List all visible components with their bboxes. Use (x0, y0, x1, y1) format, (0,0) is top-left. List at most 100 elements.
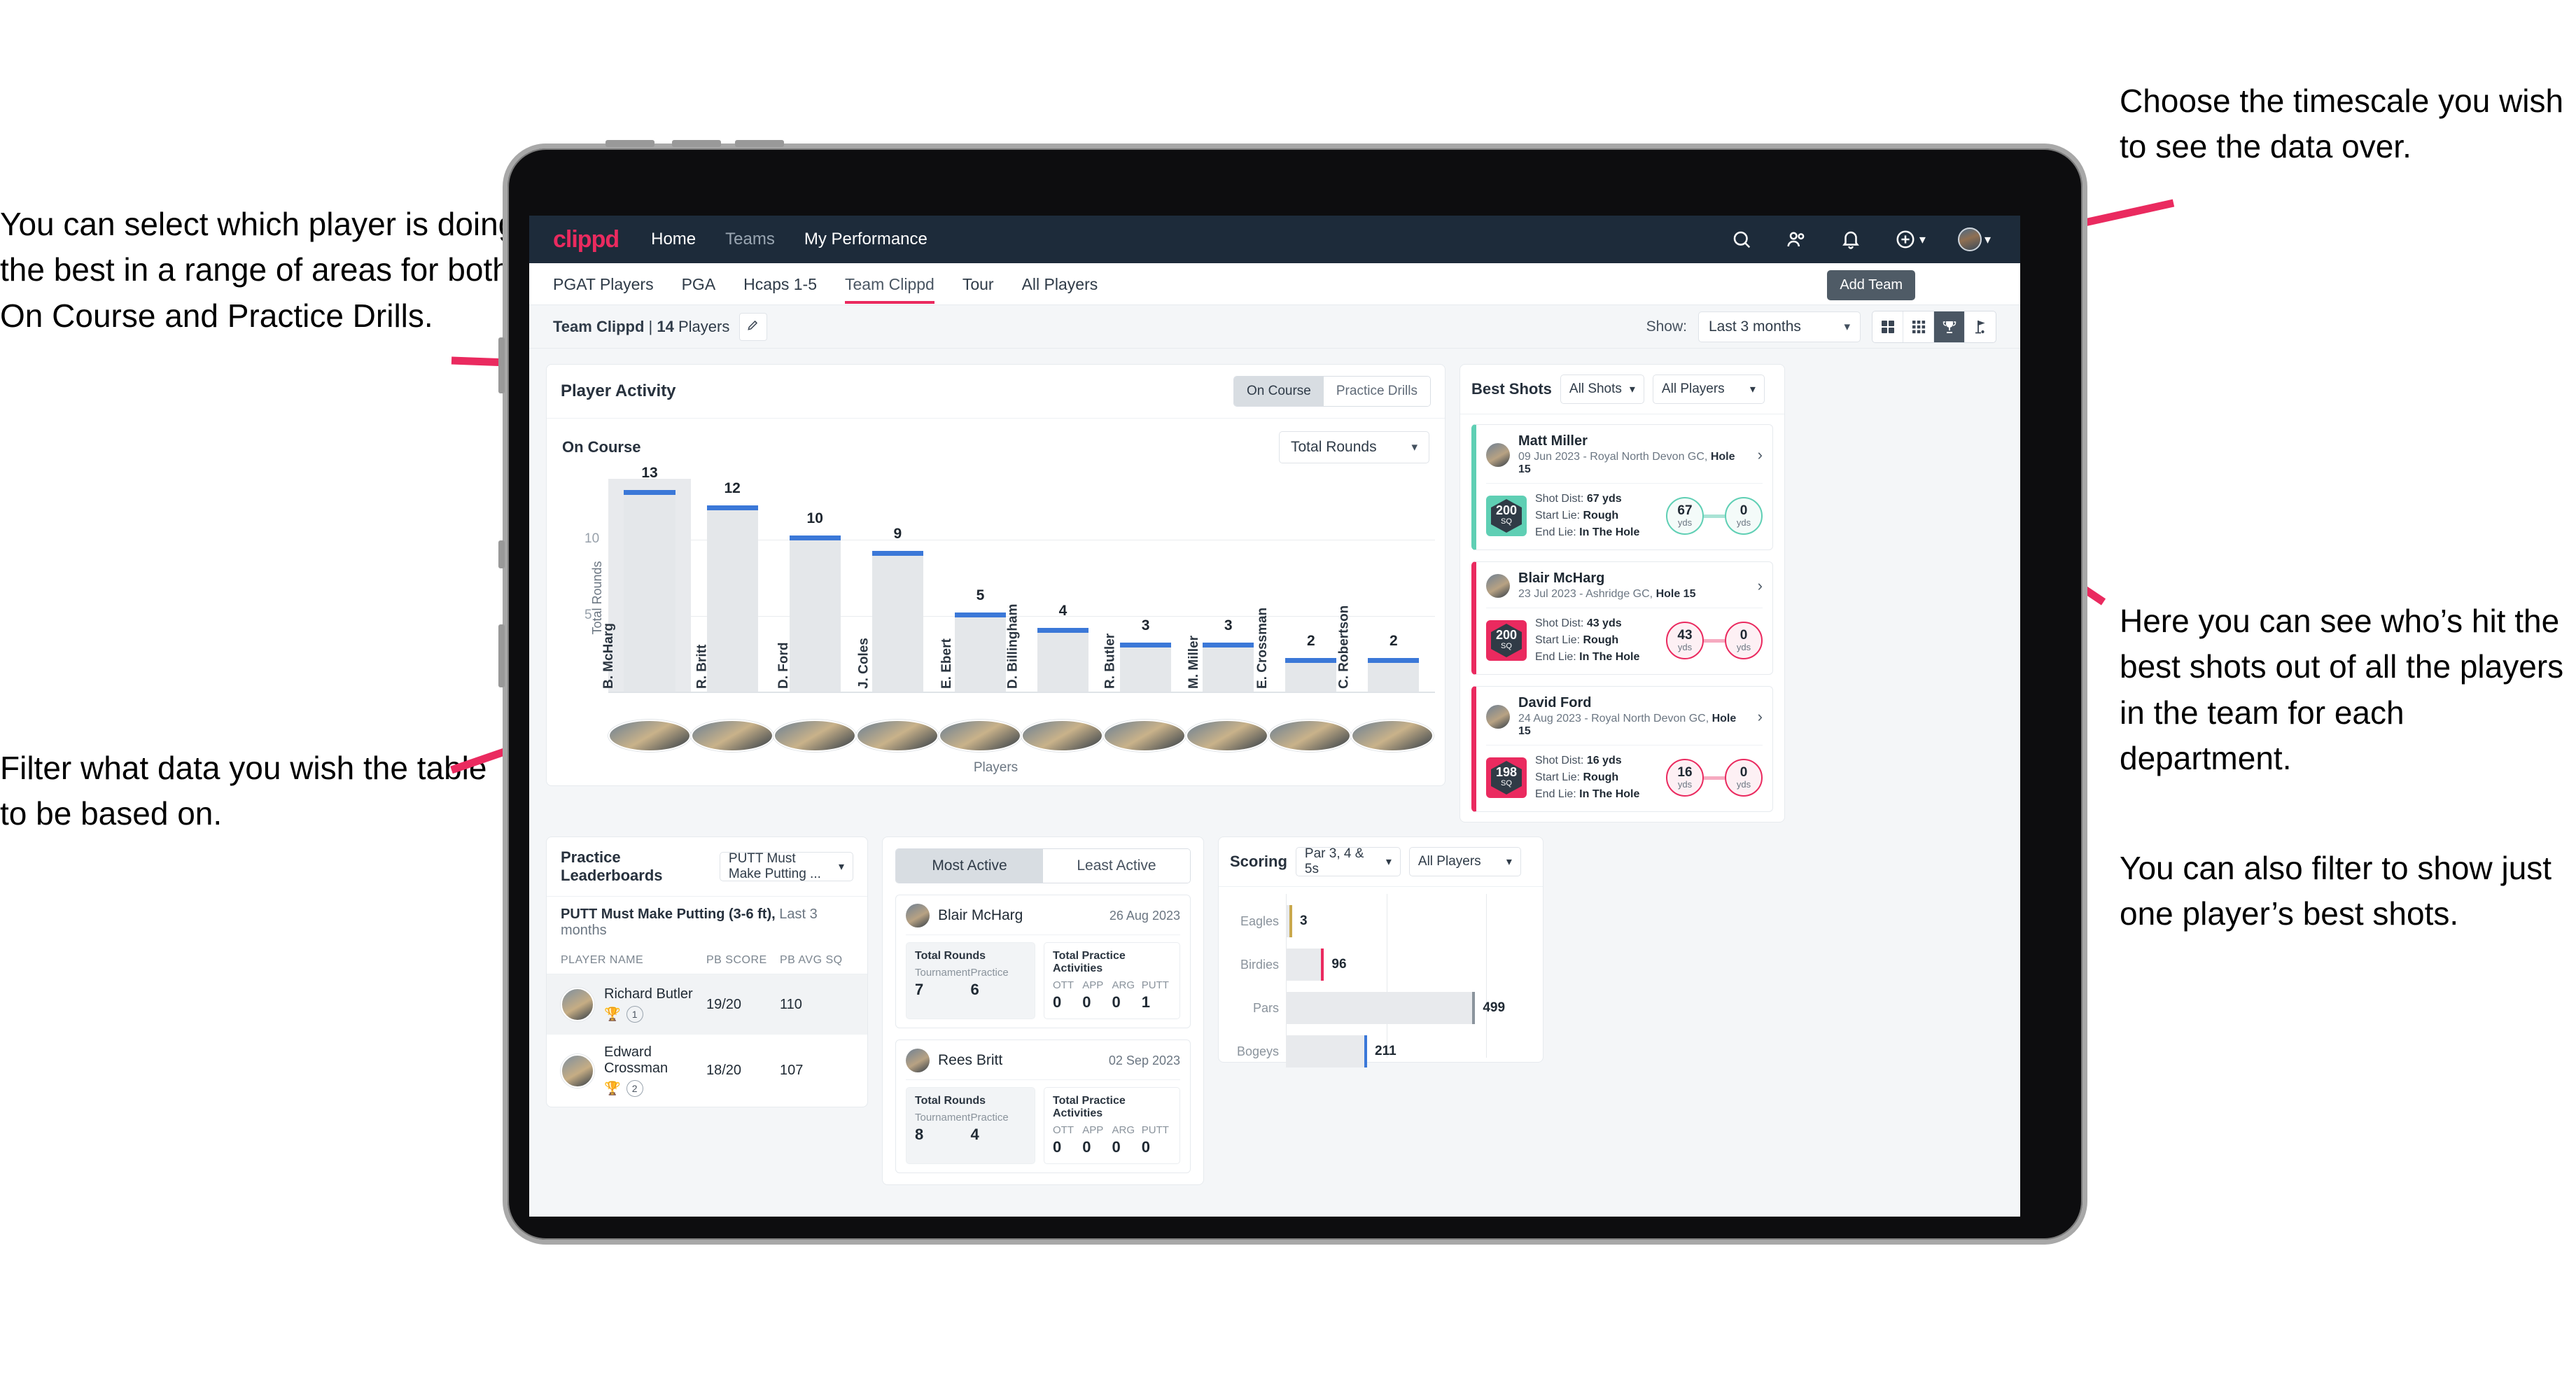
scoring-par-filter[interactable]: Par 3, 4 & 5s ▾ (1295, 846, 1401, 876)
shot-distance-diagram: 67 yds 0 yds (1666, 497, 1763, 535)
avatar[interactable] (690, 720, 774, 752)
best-shots-player-filter[interactable]: All Players ▾ (1652, 374, 1765, 404)
best-shot-card[interactable]: Matt Miller 09 Jun 2023 - Royal North Dev… (1471, 424, 1773, 550)
chart-bar-cap (789, 536, 841, 541)
chart-avatar-slot (773, 720, 856, 752)
tab-team-clippd[interactable]: Team Clippd (845, 264, 934, 304)
avatar[interactable] (1103, 720, 1186, 752)
tab-pgat-players[interactable]: PGAT Players (553, 264, 654, 304)
tab-hcaps-1-5[interactable]: Hcaps 1-5 (743, 264, 817, 304)
avatar[interactable] (608, 720, 691, 752)
arg-label: ARG (1112, 1124, 1135, 1136)
device-button-top-1 (606, 140, 654, 147)
avatar[interactable] (1268, 720, 1352, 752)
activity-card[interactable]: Rees Britt 02 Sep 2023 Total Rounds Tournam… (895, 1040, 1191, 1173)
view-toggle-trophy[interactable] (1934, 311, 1965, 342)
best-shots-shot-filter[interactable]: All Shots ▾ (1560, 374, 1644, 404)
column-player-name: PLAYER NAME (561, 954, 644, 966)
chart-bar-cap (954, 612, 1007, 617)
chart-bar-value: 4 (1058, 602, 1068, 619)
view-toggle-flag[interactable] (1965, 312, 1996, 342)
tab-pga[interactable]: PGA (682, 264, 716, 304)
scoring-bar (1286, 992, 1476, 1024)
putt-value: 1 (1141, 993, 1150, 1011)
search-icon[interactable] (1730, 228, 1753, 251)
app-label: APP (1082, 1124, 1104, 1136)
shot-end-distance: 0 yds (1725, 622, 1763, 659)
bell-icon[interactable] (1840, 228, 1862, 251)
dashboard-row-top: Player Activity On Course Practice Drill… (546, 364, 2003, 822)
chevron-right-icon[interactable]: › (1758, 577, 1763, 595)
scoring-value: 3 (1300, 913, 1308, 928)
avatar[interactable] (773, 720, 856, 752)
people-icon[interactable] (1785, 228, 1807, 251)
avatar[interactable] (1351, 720, 1434, 752)
tab-least-active[interactable]: Least Active (1043, 849, 1190, 883)
activity-mode-toggle: On Course Practice Drills (1233, 376, 1431, 407)
best-shot-header: David Ford 24 Aug 2023 - Royal North Devo… (1486, 695, 1763, 738)
best-shots-title: Best Shots (1471, 380, 1552, 398)
add-menu-button[interactable]: ▾ (1894, 228, 1926, 251)
best-shot-card[interactable]: Blair McHarg 23 Jul 2023 - Ashridge GC, H… (1471, 561, 1773, 675)
chart-bar-value: 3 (1224, 617, 1233, 634)
total-rounds-title: Total Rounds (915, 1095, 986, 1107)
avatar[interactable] (1186, 720, 1269, 752)
best-shot-card[interactable]: David Ford 24 Aug 2023 - Royal North Devo… (1471, 686, 1773, 812)
tab-all-players[interactable]: All Players (1022, 264, 1098, 304)
avatar[interactable] (855, 720, 939, 752)
view-toggle-grid-small[interactable] (1903, 311, 1934, 342)
ytick-5: 5 (584, 607, 592, 622)
end-distance-unit: yds (1736, 642, 1751, 652)
activity-metric-select[interactable]: Total Rounds ▾ (1279, 431, 1429, 463)
chart-bars: 13 B. McHarg 12 R. Britt 10 D. Ford 9 J. Coles 5… (601, 465, 1435, 693)
arg-value: 0 (1112, 1138, 1121, 1156)
toggle-on-course[interactable]: On Course (1234, 377, 1324, 406)
chevron-right-icon[interactable]: › (1758, 446, 1763, 464)
nav-link-teams[interactable]: Teams (725, 230, 775, 249)
app-logo[interactable]: clippd (553, 226, 620, 253)
view-toggle-grid-large[interactable] (1872, 311, 1903, 342)
table-row[interactable]: Edward Crossman 🏆 2 18/20 107 (547, 1035, 867, 1107)
profile-menu-button[interactable]: ▾ (1957, 227, 1991, 251)
practice-stat: Practice 6 (971, 967, 1027, 999)
nav-link-home[interactable]: Home (651, 230, 696, 249)
scoring-label: Birdies (1240, 957, 1279, 972)
scoring-player-filter[interactable]: All Players ▾ (1408, 847, 1521, 876)
scoring-value: 96 (1331, 957, 1347, 972)
toggle-practice-drills[interactable]: Practice Drills (1323, 377, 1430, 406)
tab-most-active[interactable]: Most Active (896, 849, 1043, 883)
activity-stats: Total Rounds Tournament 8 Practice 4 Total Pr… (906, 1087, 1180, 1164)
timescale-select[interactable]: Last 3 months ▾ (1698, 311, 1861, 342)
device-button-side-2 (498, 540, 505, 568)
chevron-right-icon[interactable]: › (1758, 708, 1763, 726)
avatar[interactable] (1957, 227, 1982, 251)
chart-avatar-slot (1186, 720, 1269, 752)
shot-filter-value: All Shots (1569, 382, 1622, 396)
practice-header: Practice Leaderboards PUTT Must Make Put… (547, 837, 867, 897)
practice-drill-select[interactable]: PUTT Must Make Putting ... ▾ (719, 851, 853, 881)
edit-team-button[interactable] (739, 312, 768, 341)
device-button-top-2 (672, 140, 721, 147)
player-activity-title: Player Activity (561, 382, 676, 400)
shot-start-distance: 67 yds (1666, 497, 1704, 535)
avatar (906, 1049, 930, 1072)
scoring-value: 499 (1483, 1000, 1506, 1015)
practice-subtitle: PUTT Must Make Putting (3-6 ft), Last 3 … (547, 897, 867, 939)
activity-card[interactable]: Blair McHarg 26 Aug 2023 Total Rounds Tourn… (895, 895, 1191, 1028)
dashboard-row-bottom: Practice Leaderboards PUTT Must Make Put… (546, 836, 2003, 1185)
chart-bar-column: 9 J. Coles (856, 479, 939, 693)
chart-bar-label: B. McHarg (601, 623, 617, 689)
nav-link-my-performance[interactable]: My Performance (804, 230, 927, 249)
plus-circle-icon[interactable] (1894, 228, 1917, 251)
tab-tour[interactable]: Tour (962, 264, 994, 304)
trophy-icon: 🏆 (604, 1082, 621, 1096)
avatar[interactable] (1021, 720, 1104, 752)
start-distance-unit: yds (1677, 642, 1693, 652)
total-rounds-title: Total Rounds (915, 950, 986, 962)
scoring-player-filter-value: All Players (1418, 854, 1481, 869)
table-row[interactable]: Richard Butler 🏆 1 19/20 110 (547, 974, 867, 1035)
start-lie-line: Start Lie: Rough (1535, 771, 1619, 783)
avatar[interactable] (938, 720, 1021, 752)
ott-label: OTT (1053, 979, 1074, 991)
total-rounds-cols: Tournament 8 Practice 4 (915, 1112, 1026, 1144)
